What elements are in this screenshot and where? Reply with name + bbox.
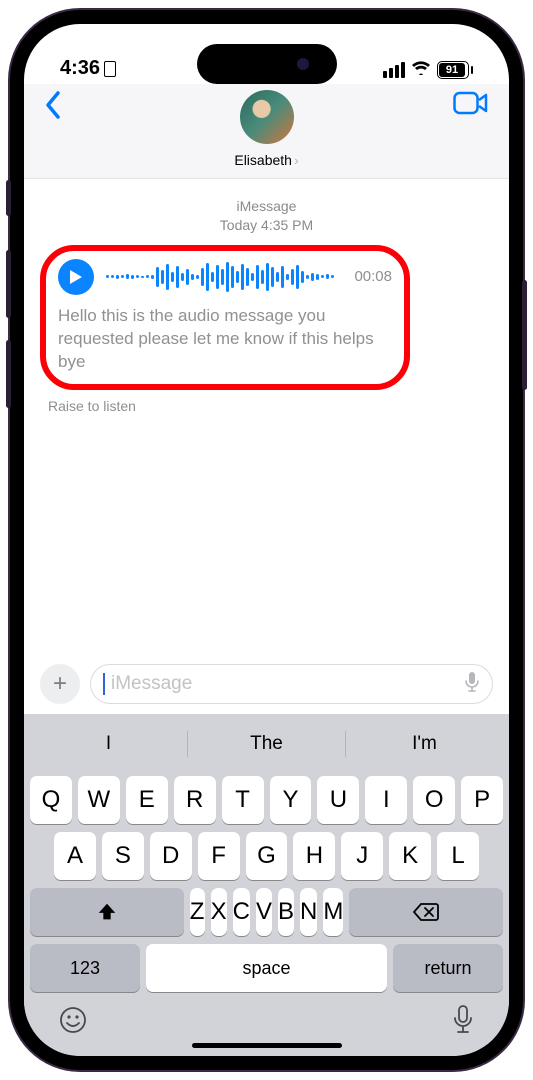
volume-down xyxy=(6,340,11,408)
key-s[interactable]: S xyxy=(102,832,144,880)
key-p[interactable]: P xyxy=(461,776,503,824)
play-button[interactable] xyxy=(58,259,94,295)
return-key[interactable]: return xyxy=(393,944,503,992)
keyboard: I The I'm QWERTYUIOP ASDFGHJKL ZXCVBNM 1… xyxy=(24,714,509,1056)
status-time: 4:36 xyxy=(60,57,116,80)
contact-avatar[interactable] xyxy=(240,90,294,144)
battery-icon: 91 xyxy=(437,61,473,79)
facetime-button[interactable] xyxy=(453,90,489,121)
message-placeholder: iMessage xyxy=(111,673,458,695)
annotation-highlight: 00:08 Hello this is the audio message yo… xyxy=(40,245,410,390)
audio-waveform[interactable] xyxy=(106,260,342,294)
audio-message-bubble[interactable]: 00:08 Hello this is the audio message yo… xyxy=(58,259,392,374)
battery-level: 91 xyxy=(439,63,465,77)
dictation-key[interactable] xyxy=(451,1004,475,1044)
key-n[interactable]: N xyxy=(300,888,317,936)
key-u[interactable]: U xyxy=(317,776,359,824)
delete-key[interactable] xyxy=(349,888,503,936)
key-x[interactable]: X xyxy=(211,888,227,936)
audio-transcription: Hello this is the audio message you requ… xyxy=(58,305,392,374)
key-m[interactable]: M xyxy=(323,888,343,936)
key-r[interactable]: R xyxy=(174,776,216,824)
clock-text: 4:36 xyxy=(60,57,100,80)
suggestion-bar: I The I'm xyxy=(30,720,503,768)
thread-timestamp: iMessage Today 4:35 PM xyxy=(40,197,493,235)
suggestion-1[interactable]: I xyxy=(30,733,187,755)
message-input[interactable]: iMessage xyxy=(90,664,493,704)
wifi-icon xyxy=(411,59,431,80)
attach-button[interactable]: + xyxy=(40,664,80,704)
sim-icon xyxy=(104,61,116,77)
suggestion-2[interactable]: The xyxy=(188,733,345,755)
key-y[interactable]: Y xyxy=(270,776,312,824)
shift-key[interactable] xyxy=(30,888,184,936)
key-t[interactable]: T xyxy=(222,776,264,824)
raise-to-listen-hint: Raise to listen xyxy=(48,398,493,414)
volume-up xyxy=(6,250,11,318)
key-b[interactable]: B xyxy=(278,888,294,936)
power-button xyxy=(522,280,527,390)
dynamic-island xyxy=(197,44,337,84)
silent-switch xyxy=(6,180,11,216)
iphone-frame: 4:36 91 xyxy=(10,10,523,1070)
audio-duration: 00:08 xyxy=(354,268,392,285)
key-f[interactable]: F xyxy=(198,832,240,880)
home-indicator[interactable] xyxy=(192,1043,342,1048)
text-cursor xyxy=(103,673,105,695)
key-k[interactable]: K xyxy=(389,832,431,880)
key-d[interactable]: D xyxy=(150,832,192,880)
key-g[interactable]: G xyxy=(246,832,288,880)
key-l[interactable]: L xyxy=(437,832,479,880)
compose-bar: + iMessage xyxy=(24,656,509,714)
key-e[interactable]: E xyxy=(126,776,168,824)
key-w[interactable]: W xyxy=(78,776,120,824)
key-v[interactable]: V xyxy=(256,888,272,936)
cellular-icon xyxy=(383,62,405,78)
emoji-key[interactable] xyxy=(58,1005,88,1043)
back-button[interactable] xyxy=(44,90,62,126)
key-c[interactable]: C xyxy=(233,888,250,936)
key-q[interactable]: Q xyxy=(30,776,72,824)
conversation-header: Elisabeth › xyxy=(24,84,509,179)
chevron-right-icon: › xyxy=(294,152,299,168)
key-o[interactable]: O xyxy=(413,776,455,824)
space-key[interactable]: space xyxy=(146,944,387,992)
key-i[interactable]: I xyxy=(365,776,407,824)
conversation-body[interactable]: iMessage Today 4:35 PM 00:08 Hello this … xyxy=(24,179,509,656)
key-a[interactable]: A xyxy=(54,832,96,880)
contact-name: Elisabeth xyxy=(234,152,292,168)
key-z[interactable]: Z xyxy=(190,888,205,936)
key-j[interactable]: J xyxy=(341,832,383,880)
key-h[interactable]: H xyxy=(293,832,335,880)
contact-name-button[interactable]: Elisabeth › xyxy=(44,152,489,168)
dictation-icon[interactable] xyxy=(464,671,480,698)
suggestion-3[interactable]: I'm xyxy=(346,733,503,755)
numbers-key[interactable]: 123 xyxy=(30,944,140,992)
